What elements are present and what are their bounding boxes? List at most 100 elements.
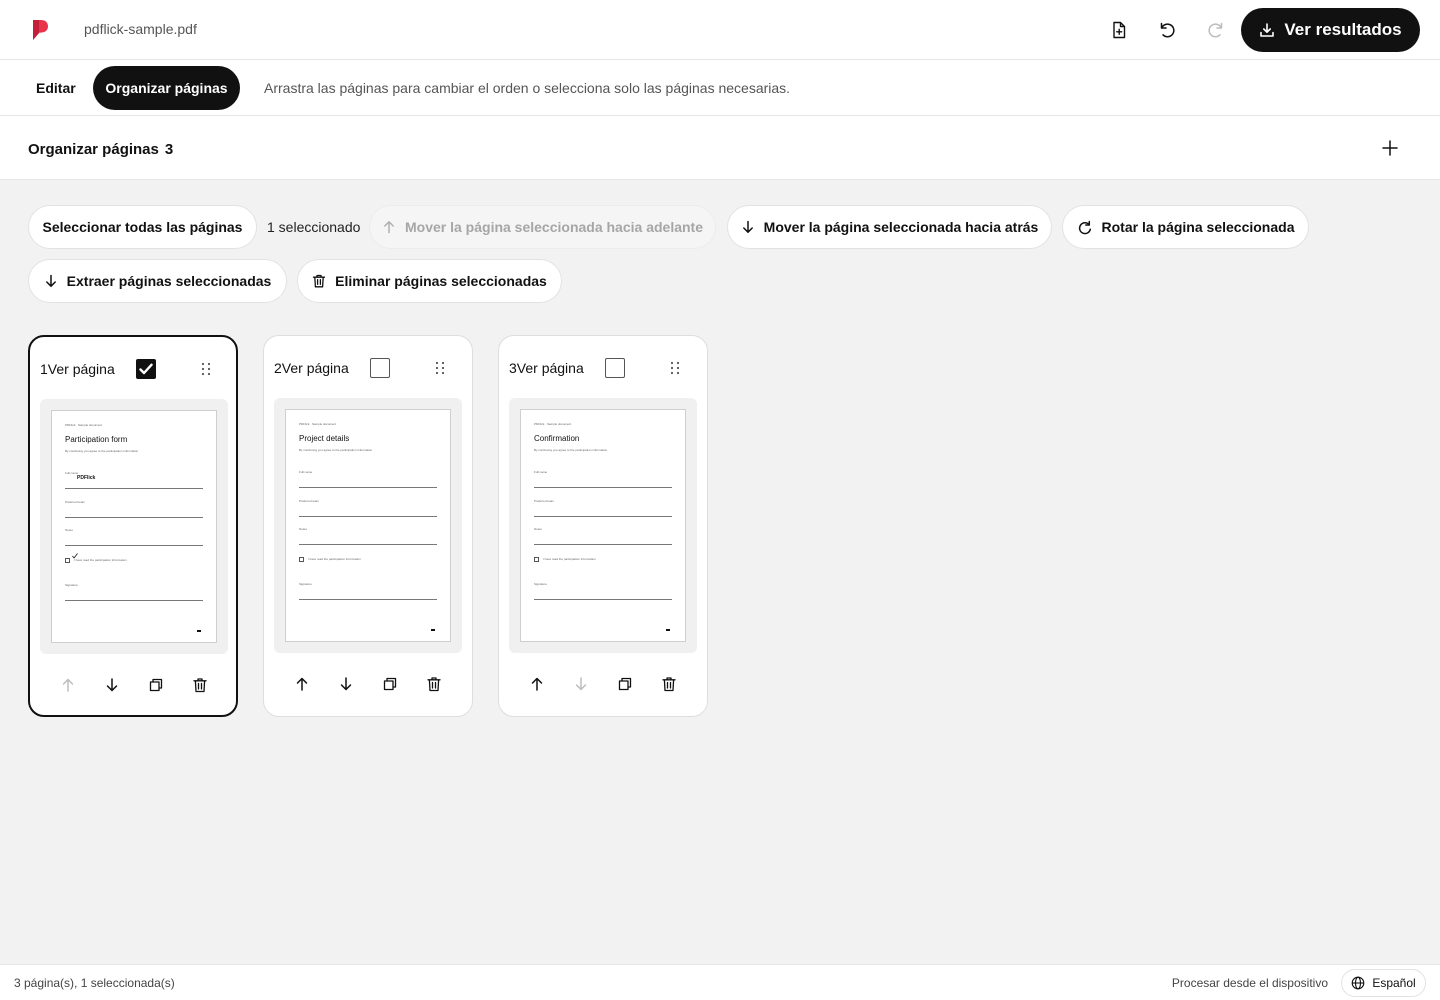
preview-signature-label: Signature <box>534 582 547 586</box>
arrow-down-icon <box>741 220 755 234</box>
preview-title: Participation form <box>65 435 128 444</box>
tab-organize-pages[interactable]: Organizar páginas <box>93 66 240 110</box>
move-forward-label: Mover la página seleccionada hacia adela… <box>404 219 703 235</box>
top-bar: pdflick-sample.pdf Ver resultados <box>0 0 1440 60</box>
move-back-label: Mover la página seleccionada hacia atrás <box>763 219 1039 235</box>
drag-handle-icon[interactable] <box>433 360 447 376</box>
mode-tab-bar: Editar Organizar páginas Arrastra las pá… <box>0 60 1440 116</box>
preview-signature-line <box>299 599 437 600</box>
rotate-icon <box>1077 219 1093 235</box>
extract-pages-button[interactable]: Extraer páginas seleccionadas <box>28 259 287 303</box>
page-label: 3Ver página <box>509 360 584 376</box>
preview-field-line <box>534 544 672 545</box>
preview-field-label: Preferred team <box>299 499 320 503</box>
preview-page-mark <box>197 630 201 632</box>
duplicate-icon[interactable] <box>148 677 164 693</box>
pdflick-logo-icon[interactable] <box>30 18 50 42</box>
preview-field-label: Preferred team <box>65 500 86 504</box>
file-plus-icon[interactable] <box>1107 18 1131 42</box>
page-card-actions <box>499 674 707 694</box>
arrow-up-icon[interactable] <box>60 677 76 693</box>
page-card[interactable]: 2Ver página PDFlick · Sample document Pr… <box>263 335 473 717</box>
language-label: Español <box>1372 976 1416 990</box>
preview-title: Confirmation <box>534 434 580 443</box>
preview-field-value: PDFlick <box>77 475 96 481</box>
page-label: 1Ver página <box>40 361 115 377</box>
rotate-label: Rotar la página seleccionada <box>1101 219 1295 235</box>
preview-signature-label: Signature <box>65 583 78 587</box>
preview-signature-line <box>534 599 672 600</box>
view-results-label: Ver resultados <box>1284 20 1402 39</box>
preview-subtitle: By continuing you agree to the participa… <box>534 448 608 452</box>
arrow-down-icon[interactable] <box>573 676 589 692</box>
duplicate-icon[interactable] <box>382 676 398 692</box>
page-thumbnail[interactable]: PDFlick · Sample document Project detail… <box>274 398 462 653</box>
page-card[interactable]: 3Ver página PDFlick · Sample document Co… <box>498 335 708 717</box>
rotate-page-button[interactable]: Rotar la página seleccionada <box>1062 205 1309 249</box>
page-card[interactable]: 1Ver página PDFlick · Sample document Pa… <box>28 335 238 717</box>
preview-field-line <box>299 487 437 488</box>
move-back-button[interactable]: Mover la página seleccionada hacia atrás <box>727 205 1052 249</box>
language-selector[interactable]: Español <box>1341 969 1426 997</box>
preview-page-mark <box>431 629 435 631</box>
trash-icon[interactable] <box>426 676 442 692</box>
page-checkbox[interactable] <box>370 358 390 378</box>
page-checkbox[interactable] <box>136 359 156 379</box>
page-preview: PDFlick · Sample document Project detail… <box>285 409 451 642</box>
trash-icon[interactable] <box>661 676 677 692</box>
preview-field-line <box>65 488 203 489</box>
arrow-up-icon <box>382 220 396 234</box>
preview-checkbox-text: I have read the participation informatio… <box>543 557 596 561</box>
preview-title: Project details <box>299 434 350 443</box>
page-checkbox[interactable] <box>605 358 625 378</box>
preview-subtitle: By continuing you agree to the participa… <box>299 448 373 452</box>
preview-field-label: Notes <box>299 527 307 531</box>
select-all-label: Seleccionar todas las páginas <box>42 219 243 235</box>
preview-field-line <box>534 516 672 517</box>
arrow-up-icon[interactable] <box>294 676 310 692</box>
delete-pages-button[interactable]: Eliminar páginas seleccionadas <box>297 259 562 303</box>
process-locally-link[interactable]: Procesar desde el dispositivo <box>1172 976 1328 990</box>
preview-checkbox <box>299 557 304 562</box>
arrow-down-icon[interactable] <box>104 677 120 693</box>
redo-icon[interactable] <box>1204 18 1228 42</box>
section-title: Organizar páginas 3 <box>28 141 173 158</box>
tab-hint-text: Arrastra las páginas para cambiar el ord… <box>264 80 791 96</box>
move-forward-button[interactable]: Mover la página seleccionada hacia adela… <box>369 205 716 249</box>
preview-field-line <box>534 487 672 488</box>
organize-section-header: Organizar páginas 3 <box>0 116 1440 180</box>
select-all-pages-button[interactable]: Seleccionar todas las páginas <box>28 205 257 249</box>
preview-checkbox <box>65 558 70 563</box>
globe-icon <box>1351 976 1365 990</box>
view-results-button[interactable]: Ver resultados <box>1241 8 1420 52</box>
preview-page-mark <box>666 629 670 631</box>
undo-icon[interactable] <box>1155 18 1179 42</box>
preview-header: PDFlick · Sample document <box>65 423 103 427</box>
file-name: pdflick-sample.pdf <box>84 21 197 37</box>
drag-handle-icon[interactable] <box>668 360 682 376</box>
drag-handle-icon[interactable] <box>199 361 213 377</box>
page-thumbnail[interactable]: PDFlick · Sample document Participation … <box>40 399 228 654</box>
status-text: 3 página(s), 1 seleccionada(s) <box>14 976 175 990</box>
checkmark-icon <box>139 363 153 375</box>
trash-icon[interactable] <box>192 677 208 693</box>
preview-field-line <box>299 516 437 517</box>
preview-field-label: Full name <box>534 470 548 474</box>
duplicate-icon[interactable] <box>617 676 633 692</box>
preview-header: PDFlick · Sample document <box>299 422 337 426</box>
arrow-down-icon <box>44 274 58 288</box>
arrow-down-icon[interactable] <box>338 676 354 692</box>
preview-field-label: Notes <box>65 528 73 532</box>
page-preview: PDFlick · Sample document Participation … <box>51 410 217 643</box>
page-preview: PDFlick · Sample document Confirmation B… <box>520 409 686 642</box>
preview-header: PDFlick · Sample document <box>534 422 572 426</box>
download-icon <box>1259 22 1275 38</box>
preview-checkbox-text: I have read the participation informatio… <box>74 558 127 562</box>
page-thumbnail[interactable]: PDFlick · Sample document Confirmation B… <box>509 398 697 653</box>
tab-edit[interactable]: Editar <box>20 66 92 110</box>
delete-label: Eliminar páginas seleccionadas <box>335 273 547 289</box>
arrow-up-icon[interactable] <box>529 676 545 692</box>
plus-icon[interactable] <box>1380 138 1400 158</box>
section-title-label: Organizar páginas <box>28 141 159 158</box>
preview-checkbox <box>534 557 539 562</box>
